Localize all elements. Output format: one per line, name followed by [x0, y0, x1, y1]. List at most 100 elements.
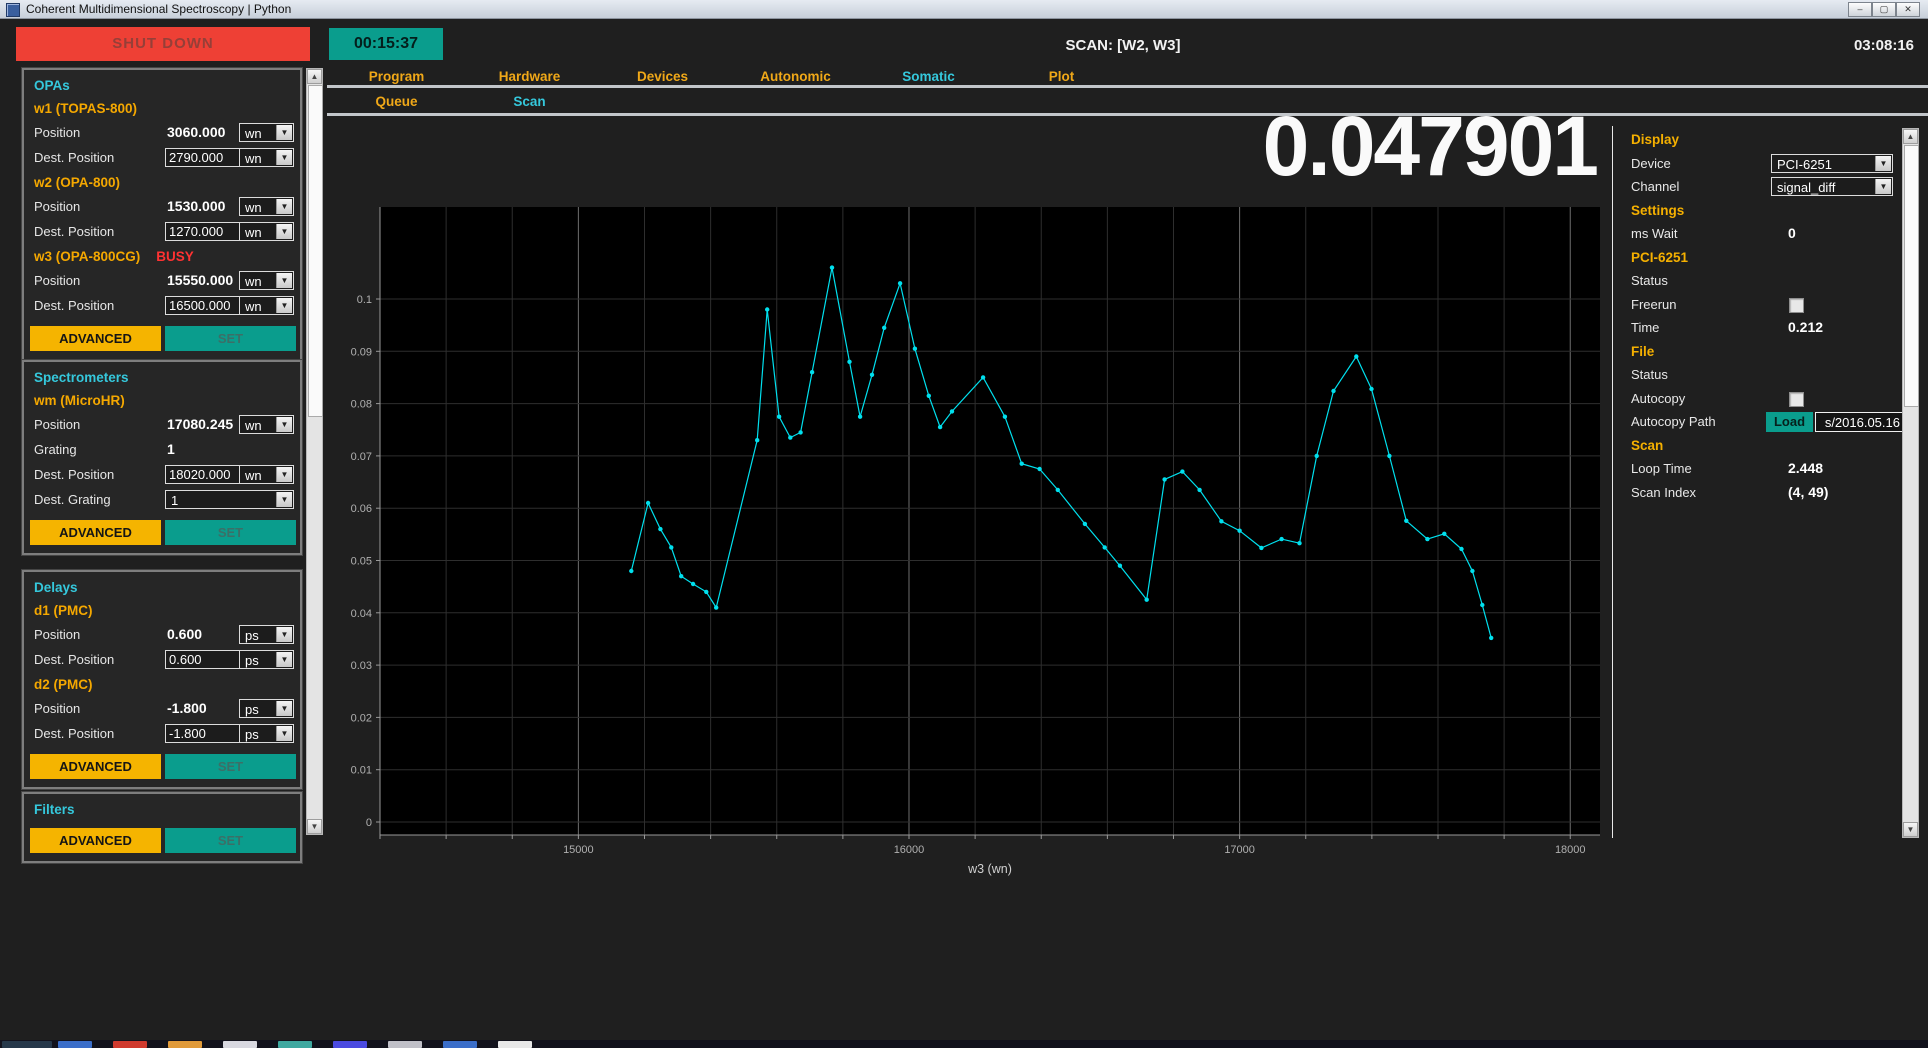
advanced-button[interactable]: ADVANCED	[30, 828, 161, 853]
position-label: Position	[34, 273, 80, 288]
minimize-button[interactable]: –	[1848, 2, 1872, 17]
x-tick-label: 16000	[894, 844, 925, 856]
section-pci-6251: PCI-6251	[1631, 250, 1688, 265]
left-scrollbar[interactable]: ▲ ▼	[306, 68, 323, 835]
scroll-up-icon[interactable]: ▲	[1903, 129, 1918, 144]
close-button[interactable]: ✕	[1896, 2, 1920, 17]
window-icon	[6, 3, 20, 17]
taskbar-icon[interactable]	[278, 1041, 312, 1048]
advanced-button[interactable]: ADVANCED	[30, 520, 161, 545]
tab-devices[interactable]: Devices	[596, 69, 729, 84]
y-tick-label: 0.04	[351, 608, 372, 620]
tab-program[interactable]: Program	[330, 69, 463, 84]
position-label: Position	[34, 199, 80, 214]
load-button[interactable]: Load	[1766, 412, 1813, 432]
dest-position-input[interactable]	[165, 148, 245, 167]
subtab-scan[interactable]: Scan	[463, 94, 596, 109]
subtab-queue[interactable]: Queue	[330, 94, 463, 109]
unit-select[interactable]: ps▼	[239, 724, 294, 743]
dest-grating-label: Dest. Grating	[34, 492, 111, 507]
dest-position-input[interactable]	[165, 296, 245, 315]
dest-position-label: Dest. Position	[34, 726, 114, 741]
unit-select[interactable]: wn▼	[239, 296, 294, 315]
tab-hardware[interactable]: Hardware	[463, 69, 596, 84]
unit-select[interactable]: ps▼	[239, 699, 294, 718]
y-tick-label: 0.01	[351, 765, 372, 777]
dropdown-arrow-icon: ▼	[276, 199, 292, 214]
section-display: Display	[1631, 132, 1679, 147]
unit-select[interactable]: wn▼	[239, 197, 294, 216]
left-scrollbar-thumb[interactable]	[308, 85, 323, 417]
tab-somatic[interactable]: Somatic	[862, 69, 995, 84]
unit-select[interactable]: wn▼	[239, 271, 294, 290]
tab-plot[interactable]: Plot	[995, 69, 1128, 84]
unit-select[interactable]: wn▼	[239, 415, 294, 434]
dropdown-arrow-icon: ▼	[276, 726, 292, 741]
window-title: Coherent Multidimensional Spectroscopy |…	[26, 2, 291, 16]
dest-position-input[interactable]	[165, 724, 245, 743]
dest-position-input[interactable]	[165, 222, 245, 241]
scan-index-label: Scan Index	[1631, 485, 1696, 500]
unit-select[interactable]: wn▼	[239, 123, 294, 142]
set-button[interactable]: SET	[165, 520, 296, 545]
advanced-button[interactable]: ADVANCED	[30, 754, 161, 779]
dest-position-input[interactable]	[165, 465, 245, 484]
unit-select[interactable]: ps▼	[239, 650, 294, 669]
y-tick-label: 0.09	[351, 346, 372, 358]
maximize-button[interactable]: ▢	[1872, 2, 1896, 17]
advanced-button[interactable]: ADVANCED	[30, 326, 161, 351]
unit-select[interactable]: ps▼	[239, 625, 294, 644]
right-scrollbar-thumb[interactable]	[1904, 145, 1919, 407]
tab-underline	[327, 85, 1928, 88]
taskbar-icon[interactable]	[113, 1041, 147, 1048]
autocopy-path-input[interactable]	[1815, 412, 1903, 432]
tab-autonomic[interactable]: Autonomic	[729, 69, 862, 84]
freerun-checkbox[interactable]	[1789, 298, 1804, 313]
dest-grating-select[interactable]: 1▼	[165, 490, 294, 509]
scroll-up-icon[interactable]: ▲	[307, 69, 322, 84]
taskbar-icon[interactable]	[443, 1041, 477, 1048]
taskbar-icon[interactable]	[333, 1041, 367, 1048]
set-button[interactable]: SET	[165, 754, 296, 779]
panel-title: Filters	[34, 802, 75, 817]
taskbar[interactable]	[0, 1040, 1928, 1048]
loop-time-value: 2.448	[1788, 460, 1823, 476]
autocopy-checkbox[interactable]	[1789, 392, 1804, 407]
taskbar-icon[interactable]	[223, 1041, 257, 1048]
taskbar-icon[interactable]	[498, 1041, 532, 1048]
scroll-down-icon[interactable]: ▼	[307, 819, 322, 834]
subtab-underline	[327, 113, 1928, 116]
panel-opas: OPAsw1 (TOPAS-800)Position3060.000wn▼Des…	[22, 68, 302, 361]
dest-position-input[interactable]	[165, 650, 245, 669]
panel-title: OPAs	[34, 78, 70, 93]
plot-background	[380, 207, 1600, 835]
status-label: Status	[1631, 367, 1668, 382]
unit-select[interactable]: wn▼	[239, 465, 294, 484]
unit-select[interactable]: wn▼	[239, 148, 294, 167]
dropdown-arrow-icon: ▼	[276, 273, 292, 288]
y-tick-label: 0.08	[351, 399, 372, 411]
right-scrollbar[interactable]: ▲ ▼	[1902, 128, 1919, 838]
taskbar-icon[interactable]	[58, 1041, 92, 1048]
device-select[interactable]: PCI-6251▼	[1771, 154, 1893, 173]
taskbar-icon[interactable]	[2, 1041, 52, 1048]
shutdown-button[interactable]: SHUT DOWN	[16, 27, 310, 61]
dropdown-arrow-icon: ▼	[276, 150, 292, 165]
channel-select[interactable]: signal_diff▼	[1771, 177, 1893, 196]
scroll-down-icon[interactable]: ▼	[1903, 822, 1918, 837]
y-tick-label: 0.1	[357, 294, 372, 306]
autocopy-path-label: Autocopy Path	[1631, 414, 1716, 429]
unit-select[interactable]: wn▼	[239, 222, 294, 241]
dest-position-label: Dest. Position	[34, 224, 114, 239]
title-bar: Coherent Multidimensional Spectroscopy |…	[0, 0, 1928, 19]
set-button[interactable]: SET	[165, 828, 296, 853]
dropdown-arrow-icon: ▼	[276, 467, 292, 482]
taskbar-icon[interactable]	[388, 1041, 422, 1048]
taskbar-icon[interactable]	[168, 1041, 202, 1048]
dest-position-label: Dest. Position	[34, 652, 114, 667]
y-tick-label: 0.07	[351, 451, 372, 463]
position-label: Position	[34, 125, 80, 140]
device-label: Device	[1631, 156, 1671, 171]
section-scan: Scan	[1631, 438, 1663, 453]
set-button[interactable]: SET	[165, 326, 296, 351]
